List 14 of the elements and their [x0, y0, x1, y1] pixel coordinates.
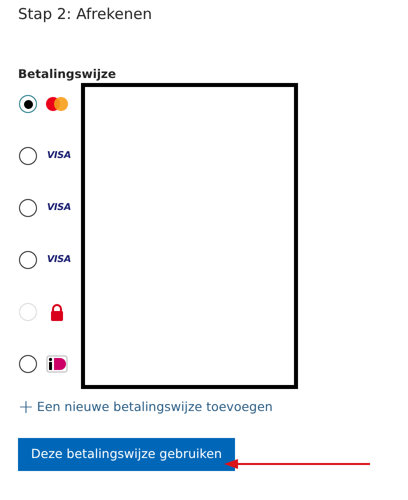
card-logo: VISA — [46, 148, 72, 163]
radio-button[interactable] — [19, 147, 37, 165]
page-heading: Stap 2: Afrekenen — [18, 4, 153, 24]
add-payment-link[interactable]: +Een nieuwe betalingswijze toevoegen — [18, 398, 273, 417]
radio-button[interactable] — [19, 355, 37, 373]
card-logo: VISA — [46, 200, 72, 215]
radio-button[interactable] — [19, 199, 37, 217]
card-logo-icon — [45, 96, 69, 112]
radio-button[interactable] — [19, 251, 37, 269]
card-logo: VISA — [46, 252, 72, 267]
submit-button[interactable]: Deze betalingswijze gebruiken — [18, 438, 235, 471]
section-label: Betalingswijze — [18, 66, 118, 82]
ideal-logo-icon — [45, 355, 69, 373]
radio-button[interactable] — [19, 95, 37, 113]
